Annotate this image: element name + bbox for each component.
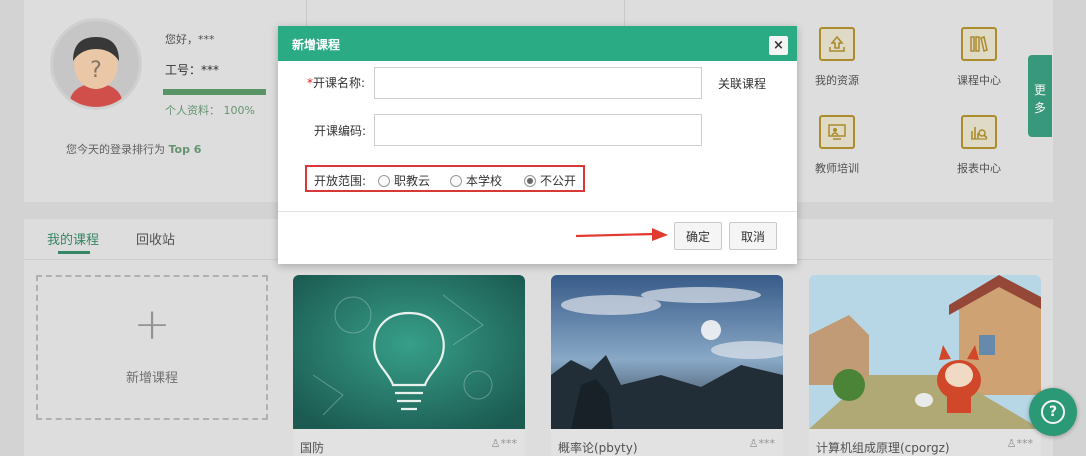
course-name-label-text: 开课名称:	[313, 76, 366, 90]
dialog-header: 新增课程 ×	[278, 26, 797, 61]
open-scope-highlight: 开放范围: 职教云 本学校 不公开	[305, 165, 585, 192]
course-code-input[interactable]	[374, 114, 702, 146]
radio-label: 职教云	[394, 174, 431, 188]
scope-radio-school[interactable]: 本学校	[450, 172, 502, 189]
red-arrow-icon	[576, 228, 668, 241]
course-code-label: 开课编码:	[314, 124, 367, 138]
link-course-button[interactable]: 关联课程	[718, 75, 766, 92]
dialog-title: 新增课程	[292, 38, 341, 52]
radio-label: 本学校	[466, 174, 503, 188]
radio-icon	[378, 174, 390, 187]
scope-radio-zhijiaoyun[interactable]: 职教云	[378, 172, 430, 189]
divider	[278, 211, 797, 212]
confirm-button[interactable]: 确定	[674, 222, 722, 250]
open-scope-label: 开放范围:	[314, 174, 367, 188]
course-name-label: *开课名称:	[307, 74, 365, 91]
radio-label: 不公开	[540, 174, 577, 188]
radio-selected-icon	[524, 174, 536, 187]
close-icon[interactable]: ×	[769, 36, 788, 55]
course-name-input[interactable]	[374, 67, 702, 99]
add-course-dialog: 新增课程 × *开课名称: 关联课程 开课编码: 开放范围: 职教云 本学校 不…	[278, 26, 797, 264]
cancel-button[interactable]: 取消	[729, 222, 777, 250]
radio-icon	[450, 174, 462, 187]
scope-radio-private[interactable]: 不公开	[524, 172, 576, 189]
